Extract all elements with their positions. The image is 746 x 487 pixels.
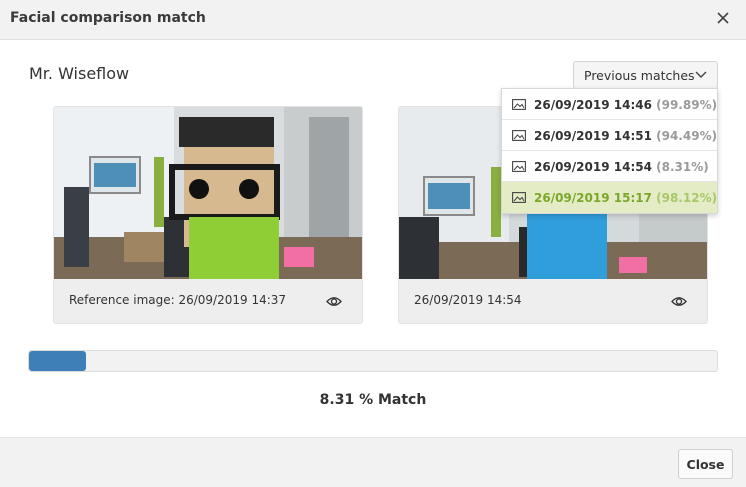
match-progress-bar <box>28 350 718 372</box>
previous-match-percent: (8.31%) <box>656 160 709 174</box>
previous-matches-dropdown: 26/09/2019 14:46 (99.89%) 26/09/2019 14:… <box>501 88 718 214</box>
previous-match-time: 26/09/2019 14:46 <box>534 98 652 112</box>
person-name: Mr. Wiseflow <box>29 64 130 83</box>
previous-match-percent: (98.12%) <box>656 191 718 205</box>
match-percentage: 8.31 % Match <box>319 392 427 408</box>
close-button[interactable]: Close <box>678 449 733 479</box>
reference-image-card: Reference image: 26/09/2019 14:37 <box>53 106 363 324</box>
previous-match-percent: (99.89%) <box>656 98 718 112</box>
dialog-header: Facial comparison match <box>0 0 746 40</box>
previous-match-item[interactable]: 26/09/2019 14:51 (94.49%) <box>502 120 717 151</box>
previous-match-item-selected[interactable]: 26/09/2019 15:17 (98.12%) <box>502 182 717 213</box>
facial-comparison-dialog: Facial comparison match Mr. Wiseflow Pre… <box>0 0 746 487</box>
reference-photo[interactable] <box>54 107 363 279</box>
image-icon <box>512 99 526 110</box>
previous-match-item[interactable]: 26/09/2019 14:54 (8.31%) <box>502 151 717 182</box>
reference-image-caption: Reference image: 26/09/2019 14:37 <box>69 293 287 307</box>
previous-match-time: 26/09/2019 14:51 <box>534 129 652 143</box>
previous-match-item[interactable]: 26/09/2019 14:46 (99.89%) <box>502 89 717 120</box>
match-progress-fill <box>29 351 87 371</box>
previous-matches-button[interactable]: Previous matches <box>573 61 718 89</box>
dialog-footer: Close <box>0 437 746 487</box>
previous-match-percent: (94.49%) <box>656 129 718 143</box>
previous-match-time: 26/09/2019 15:17 <box>534 191 652 205</box>
chevron-down-icon <box>695 71 707 78</box>
image-icon <box>512 192 526 203</box>
eye-icon[interactable] <box>326 296 342 307</box>
previous-match-time: 26/09/2019 14:54 <box>534 160 652 174</box>
close-icon[interactable] <box>715 10 731 26</box>
previous-matches-label: Previous matches <box>584 68 695 83</box>
comparison-image-caption: 26/09/2019 14:54 <box>414 293 522 307</box>
image-icon <box>512 130 526 141</box>
image-icon <box>512 161 526 172</box>
dialog-title: Facial comparison match <box>10 10 206 26</box>
eye-icon[interactable] <box>671 296 687 307</box>
